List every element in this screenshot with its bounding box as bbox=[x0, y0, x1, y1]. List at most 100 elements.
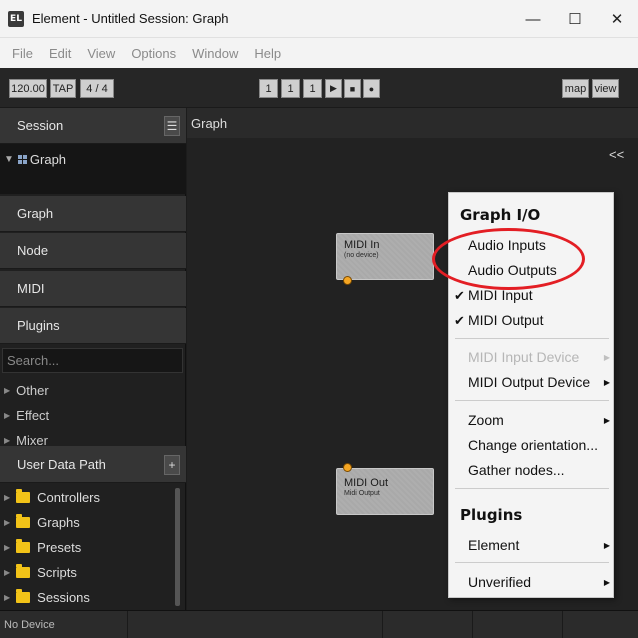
menu-item-gather-nodes[interactable]: Gather nodes... bbox=[468, 462, 565, 478]
checkmark-icon: ✔ bbox=[454, 313, 465, 328]
tree-item-label: Graph bbox=[29, 152, 67, 167]
sidebar-item-label: Graph bbox=[17, 206, 54, 221]
list-item[interactable]: ▶ Other bbox=[0, 378, 186, 403]
expand-arrow-icon: ▶ bbox=[4, 593, 11, 602]
device-status: No Device bbox=[0, 611, 128, 638]
sidebar: Session ☰ ▼ Graph Graph Node MIDI Plugin… bbox=[0, 108, 186, 610]
node-subtitle: Midi Output bbox=[344, 490, 380, 497]
menu-options[interactable]: Options bbox=[123, 46, 184, 61]
expand-arrow-icon: ▶ bbox=[4, 518, 11, 527]
sidebar-item-label: Node bbox=[17, 243, 49, 258]
maximize-button[interactable]: ☐ bbox=[554, 0, 596, 38]
sidebar-item-graph[interactable]: Graph bbox=[0, 196, 186, 232]
status-cell bbox=[473, 611, 563, 638]
menu-separator bbox=[455, 562, 609, 563]
folder-list-scrollbar[interactable] bbox=[175, 488, 180, 606]
plugin-category-list: ▶ Other ▶ Effect ▶ Mixer bbox=[0, 378, 186, 446]
menu-item-zoom[interactable]: Zoom bbox=[468, 412, 504, 428]
midi-out-node[interactable]: MIDI Out Midi Output bbox=[336, 468, 434, 515]
menu-file[interactable]: File bbox=[4, 46, 41, 61]
node-title: MIDI In bbox=[344, 239, 380, 251]
menu-edit[interactable]: Edit bbox=[41, 46, 79, 61]
sidebar-item-node[interactable]: Node bbox=[0, 233, 186, 269]
tab-graph[interactable]: Graph bbox=[191, 116, 227, 131]
menu-bar: File Edit View Options Window Help bbox=[0, 38, 638, 68]
submenu-arrow-icon: ▶ bbox=[603, 541, 610, 550]
tree-item-graph[interactable]: ▼ Graph bbox=[4, 152, 66, 167]
node-title: MIDI Out bbox=[344, 477, 389, 489]
folder-icon bbox=[16, 514, 31, 528]
menu-item-midi-output[interactable]: MIDI Output bbox=[468, 312, 543, 328]
menu-help[interactable]: Help bbox=[246, 46, 289, 61]
user-data-path-label: User Data Path bbox=[17, 456, 106, 472]
list-item[interactable]: ▶ Sessions bbox=[0, 585, 186, 610]
list-item[interactable]: ▶ Controllers bbox=[0, 485, 186, 510]
menu-header-plugins: Plugins bbox=[460, 506, 523, 524]
status-cell bbox=[128, 611, 383, 638]
midi-out-input-port[interactable] bbox=[343, 463, 352, 472]
list-item[interactable]: ▶ Presets bbox=[0, 535, 186, 560]
close-button[interactable]: ✕ bbox=[596, 0, 638, 38]
collapse-panel-button[interactable]: << bbox=[609, 147, 624, 162]
menu-item-element[interactable]: Element bbox=[468, 537, 519, 553]
play-icon[interactable]: ▶ bbox=[325, 79, 342, 98]
menu-item-unverified[interactable]: Unverified bbox=[468, 574, 531, 590]
transport-toolbar: 120.00 TAP 4 / 4 1 1 1 ▶ ■ ● map view bbox=[0, 68, 638, 108]
window-title: Element - Untitled Session: Graph bbox=[32, 11, 229, 26]
expand-arrow-icon: ▶ bbox=[4, 386, 11, 395]
title-bar: EL Element - Untitled Session: Graph — ☐… bbox=[0, 0, 638, 38]
menu-view[interactable]: View bbox=[79, 46, 123, 61]
submenu-arrow-icon: ▶ bbox=[603, 353, 610, 362]
app-logo-icon: EL bbox=[8, 10, 24, 27]
status-bar: No Device bbox=[0, 610, 638, 638]
sidebar-item-plugins[interactable]: Plugins bbox=[0, 308, 186, 344]
menu-window[interactable]: Window bbox=[184, 46, 246, 61]
menu-separator bbox=[455, 338, 609, 339]
folder-label: Controllers bbox=[37, 490, 101, 505]
midi-in-output-port[interactable] bbox=[343, 276, 352, 285]
submenu-arrow-icon: ▶ bbox=[603, 416, 610, 425]
menu-separator bbox=[455, 488, 609, 489]
menu-item-midi-output-device[interactable]: MIDI Output Device bbox=[468, 374, 590, 390]
tempo-field[interactable]: 120.00 bbox=[9, 79, 47, 98]
menu-item-change-orientation[interactable]: Change orientation... bbox=[468, 437, 598, 453]
folder-label: Graphs bbox=[37, 515, 80, 530]
tick-counter[interactable]: 1 bbox=[303, 79, 322, 98]
record-icon[interactable]: ● bbox=[363, 79, 380, 98]
list-item[interactable]: ▶ Scripts bbox=[0, 560, 186, 585]
stop-icon[interactable]: ■ bbox=[344, 79, 361, 98]
category-label: Mixer bbox=[16, 433, 48, 446]
add-icon[interactable]: + bbox=[164, 455, 180, 475]
tap-button[interactable]: TAP bbox=[50, 79, 76, 98]
category-label: Other bbox=[16, 383, 49, 398]
list-item[interactable]: ▶ Graphs bbox=[0, 510, 186, 535]
expand-arrow-icon: ▶ bbox=[4, 493, 11, 502]
status-cell bbox=[383, 611, 473, 638]
submenu-arrow-icon: ▶ bbox=[603, 578, 610, 587]
expand-arrow-icon: ▶ bbox=[4, 411, 11, 420]
submenu-arrow-icon: ▶ bbox=[603, 378, 610, 387]
folder-label: Presets bbox=[37, 540, 82, 555]
folder-icon bbox=[16, 489, 31, 503]
expand-arrow-icon: ▶ bbox=[4, 436, 11, 445]
midi-in-node[interactable]: MIDI In (no device) bbox=[336, 233, 434, 280]
beat-counter[interactable]: 1 bbox=[281, 79, 300, 98]
graph-grid-icon bbox=[17, 155, 27, 164]
bar-counter[interactable]: 1 bbox=[259, 79, 278, 98]
graph-tab-bar: Graph bbox=[187, 108, 638, 138]
user-data-folder-list: ▶ Controllers ▶ Graphs ▶ Presets ▶ Scripts ▶… bbox=[0, 485, 186, 610]
view-button[interactable]: view bbox=[592, 79, 619, 98]
hamburger-menu-icon[interactable]: ☰ bbox=[164, 116, 180, 136]
user-data-path-header[interactable]: User Data Path + bbox=[0, 446, 186, 483]
session-header[interactable]: Session ☰ bbox=[0, 108, 186, 144]
folder-label: Sessions bbox=[37, 590, 90, 605]
list-item[interactable]: ▶ Mixer bbox=[0, 428, 186, 446]
time-signature-field[interactable]: 4 / 4 bbox=[80, 79, 114, 98]
sidebar-item-label: Plugins bbox=[17, 318, 60, 333]
list-item[interactable]: ▶ Effect bbox=[0, 403, 186, 428]
map-button[interactable]: map bbox=[562, 79, 589, 98]
plugin-search-input[interactable]: Search... bbox=[2, 348, 183, 373]
expand-triangle-icon[interactable]: ▼ bbox=[4, 154, 14, 165]
sidebar-item-midi[interactable]: MIDI bbox=[0, 271, 186, 307]
minimize-button[interactable]: — bbox=[512, 0, 554, 38]
